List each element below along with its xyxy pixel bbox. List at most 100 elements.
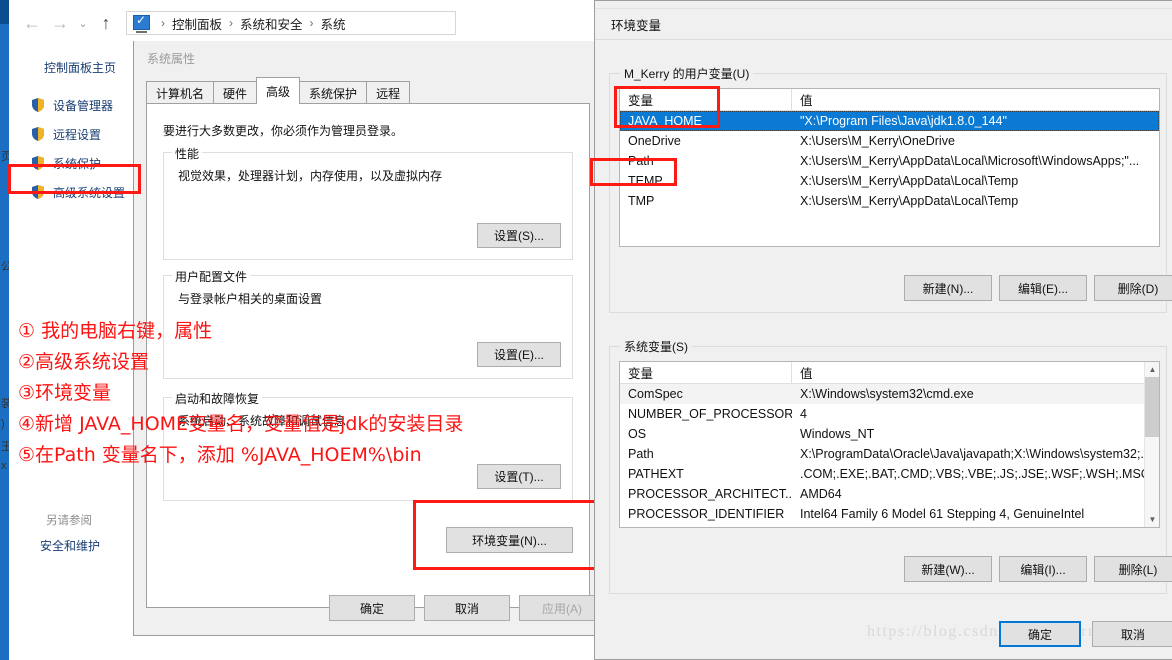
table-row[interactable]: NUMBER_OF_PROCESSORS 4 xyxy=(620,404,1159,424)
system-variable-name: Path xyxy=(628,447,654,461)
environment-variables-ok-button[interactable]: 确定 xyxy=(999,621,1081,647)
user-variable-name: TMP xyxy=(628,194,655,208)
scrollbar-thumb[interactable] xyxy=(1145,377,1159,437)
system-variable-name: NUMBER_OF_PROCESSORS xyxy=(628,407,792,421)
system-variables-table-header: 变量 值 xyxy=(620,362,1159,384)
user-variable-value: "X:\Program Files\Java\jdk1.8.0_144" xyxy=(800,114,1007,128)
performance-settings-button[interactable]: 设置(S)... xyxy=(477,223,561,248)
column-header-value[interactable]: 值 xyxy=(792,362,1159,383)
system-variables-delete-button[interactable]: 删除(L) xyxy=(1094,556,1172,582)
system-variables-table[interactable]: 变量 值 ComSpec X:\Windows\system32\cmd.exe… xyxy=(619,361,1160,528)
annotation-step-2: ②高级系统设置 xyxy=(18,351,150,373)
table-row[interactable]: Path X:\Users\M_Kerry\AppData\Local\Micr… xyxy=(620,151,1159,171)
user-variable-value: X:\Users\M_Kerry\AppData\Local\Microsoft… xyxy=(800,154,1140,168)
system-variable-value: X:\ProgramData\Oracle\Java\javapath;X:\W… xyxy=(800,447,1151,461)
user-variables-edit-button[interactable]: 编辑(E)... xyxy=(999,275,1087,301)
tab-computer-name[interactable]: 计算机名 xyxy=(146,81,215,104)
column-header-name[interactable]: 变量 xyxy=(620,362,792,383)
table-row[interactable]: TEMP X:\Users\M_Kerry\AppData\Local\Temp xyxy=(620,171,1159,191)
system-variable-name: ComSpec xyxy=(628,387,683,401)
highlight-path-variable xyxy=(590,158,677,186)
forward-button-icon[interactable]: → xyxy=(46,10,74,36)
table-row[interactable]: ComSpec X:\Windows\system32\cmd.exe xyxy=(620,384,1159,404)
system-properties-ok-button[interactable]: 确定 xyxy=(329,595,415,621)
performance-group-caption: 性能 xyxy=(172,145,203,162)
user-variables-caption: M_Kerry 的用户变量(U) xyxy=(620,65,754,82)
environment-variables-title: 环境变量 xyxy=(611,19,662,33)
tab-system-protection[interactable]: 系统保护 xyxy=(299,81,368,104)
environment-variables-titlebar xyxy=(595,1,1172,9)
breadcrumb-separator-1: › xyxy=(229,16,234,30)
system-variables-new-button[interactable]: 新建(W)... xyxy=(904,556,992,582)
table-row[interactable]: TMP X:\Users\M_Kerry\AppData\Local\Temp xyxy=(620,191,1159,211)
system-variables-edit-button[interactable]: 编辑(I)... xyxy=(999,556,1087,582)
table-row[interactable]: PROCESSOR_ARCHITECT... AMD64 xyxy=(620,484,1159,504)
annotation-step-3: ③环境变量 xyxy=(18,382,112,404)
annotation-step-4: ④新增 JAVA_HOME变量名，变量值是jdk的安装目录 xyxy=(18,413,464,435)
system-variable-value: X:\Windows\system32\cmd.exe xyxy=(800,387,974,401)
system-properties-tabstrip: 计算机名 硬件 高级 系统保护 远程 xyxy=(146,77,411,104)
user-variable-value: X:\Users\M_Kerry\AppData\Local\Temp xyxy=(800,174,1019,188)
user-variable-value: X:\Users\M_Kerry\AppData\Local\Temp xyxy=(800,194,1019,208)
shield-icon xyxy=(30,126,46,142)
user-variables-delete-button[interactable]: 删除(D) xyxy=(1094,275,1172,301)
sidebar-item-device-manager[interactable]: 设备管理器 xyxy=(30,95,113,115)
scroll-down-arrow-icon[interactable]: ▼ xyxy=(1145,512,1159,527)
back-button-icon[interactable]: ← xyxy=(18,10,46,36)
user-variables-new-button[interactable]: 新建(N)... xyxy=(904,275,992,301)
breadcrumb-item-0[interactable]: 控制面板 xyxy=(172,14,222,33)
sidebar-item-label: 远程设置 xyxy=(53,127,102,142)
tab-hardware[interactable]: 硬件 xyxy=(213,81,258,104)
shield-icon xyxy=(30,97,46,113)
background-window-side-strip xyxy=(0,24,9,660)
up-button-icon[interactable]: ↑ xyxy=(92,10,120,36)
user-profiles-group: 用户配置文件 与登录帐户相关的桌面设置 设置(E)... xyxy=(163,268,573,379)
table-row[interactable]: PATHEXT .COM;.EXE;.BAT;.CMD;.VBS;.VBE;.J… xyxy=(620,464,1159,484)
sidebar-item-remote-settings[interactable]: 远程设置 xyxy=(30,124,101,144)
tab-advanced[interactable]: 高级 xyxy=(256,77,301,104)
see-also-link-security-maintenance[interactable]: 安全和维护 xyxy=(40,537,100,554)
navigation-bar: ← → ⌄ ↑ › 控制面板 › 系统和安全 › 系统 xyxy=(18,8,598,38)
user-profiles-group-text: 与登录帐户相关的桌面设置 xyxy=(178,292,323,306)
system-properties-title: 系统属性 xyxy=(147,52,196,66)
table-row[interactable]: OneDrive X:\Users\M_Kerry\OneDrive xyxy=(620,131,1159,151)
breadcrumb-separator-2: › xyxy=(309,16,314,30)
table-row[interactable]: PROCESSOR_IDENTIFIER Intel64 Family 6 Mo… xyxy=(620,504,1159,524)
address-bar[interactable]: › 控制面板 › 系统和安全 › 系统 xyxy=(126,11,456,35)
table-row[interactable]: Path X:\ProgramData\Oracle\Java\javapath… xyxy=(620,444,1159,464)
system-variable-value: 4 xyxy=(800,407,807,421)
environment-variables-cancel-button[interactable]: 取消 xyxy=(1092,621,1172,647)
column-header-value[interactable]: 值 xyxy=(792,89,1159,110)
system-properties-cancel-button[interactable]: 取消 xyxy=(424,595,510,621)
sidebar-item-home[interactable]: 控制面板主页 xyxy=(44,59,116,76)
highlight-java-home-variable xyxy=(614,86,720,128)
system-variable-value: AMD64 xyxy=(800,487,842,501)
peek-fragment-6: x xyxy=(1,460,7,472)
tab-remote[interactable]: 远程 xyxy=(366,81,411,104)
recent-locations-chevron-down-icon[interactable]: ⌄ xyxy=(74,10,92,36)
user-profiles-group-caption: 用户配置文件 xyxy=(172,268,251,285)
control-panel-icon xyxy=(133,13,152,33)
user-variable-name: OneDrive xyxy=(628,134,681,148)
highlight-advanced-system-settings xyxy=(8,164,141,194)
system-variable-value: Intel64 Family 6 Model 61 Stepping 4, Ge… xyxy=(800,507,1085,521)
breadcrumb-item-2[interactable]: 系统 xyxy=(321,14,346,33)
user-profiles-settings-button[interactable]: 设置(E)... xyxy=(477,342,561,367)
system-variable-name: PROCESSOR_ARCHITECT... xyxy=(628,487,792,501)
user-variable-value: X:\Users\M_Kerry\OneDrive xyxy=(800,134,955,148)
admin-notice-text: 要进行大多数更改，你必须作为管理员登录。 xyxy=(163,124,404,138)
system-variables-scrollbar[interactable]: ▲ ▼ xyxy=(1144,362,1159,527)
system-properties-apply-button: 应用(A) xyxy=(519,595,605,621)
annotation-step-1: ① 我的电脑右键，属性 xyxy=(18,320,213,342)
annotation-step-5: ⑤在Path 变量名下，添加 %JAVA_HOEM%\bin xyxy=(18,444,422,466)
scroll-up-arrow-icon[interactable]: ▲ xyxy=(1145,362,1159,377)
startup-recovery-settings-button[interactable]: 设置(T)... xyxy=(477,464,561,489)
see-also-heading: 另请参阅 xyxy=(46,515,92,527)
system-variable-name: PATHEXT xyxy=(628,467,684,481)
system-variable-value: .COM;.EXE;.BAT;.CMD;.VBS;.VBE;.JS;.JSE;.… xyxy=(800,467,1150,481)
system-variable-name: PROCESSOR_IDENTIFIER xyxy=(628,507,785,521)
performance-group-text: 视觉效果，处理器计划，内存使用，以及虚拟内存 xyxy=(178,169,443,183)
table-row[interactable]: OS Windows_NT xyxy=(620,424,1159,444)
breadcrumb-item-1[interactable]: 系统和安全 xyxy=(240,14,303,33)
system-variables-caption: 系统变量(S) xyxy=(620,338,692,355)
